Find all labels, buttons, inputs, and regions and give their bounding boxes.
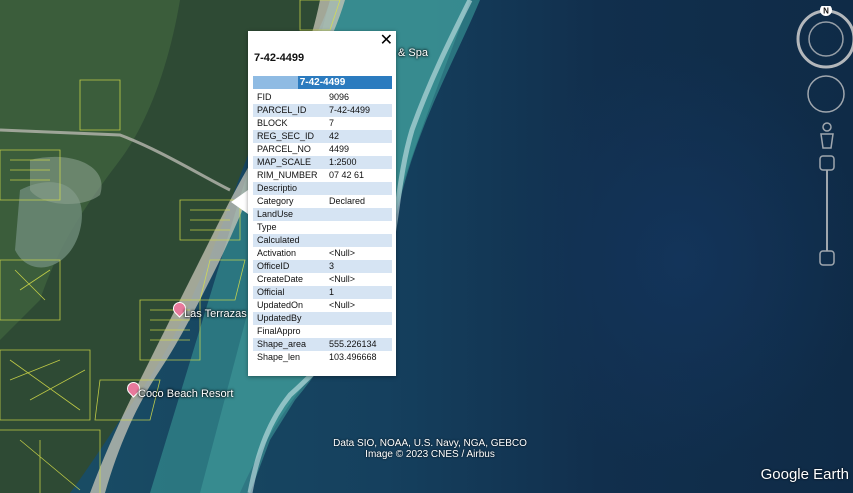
- attribute-value: 7: [325, 117, 392, 130]
- attribute-row: REG_SEC_ID 42: [253, 130, 392, 143]
- attribute-key: MAP_SCALE: [253, 156, 325, 169]
- attribute-row: CreateDate <Null>: [253, 273, 392, 286]
- attribute-value: 7-42-4499: [325, 104, 392, 117]
- map-view[interactable]: Las Terrazas Coco Beach Resort & Spa Dat…: [0, 0, 853, 493]
- attribute-key: LandUse: [253, 208, 325, 221]
- attribution-line-1: Data SIO, NOAA, U.S. Navy, NGA, GEBCO: [333, 438, 527, 449]
- attribute-row: Official 1: [253, 286, 392, 299]
- attribute-value: 07 42 61: [325, 169, 392, 182]
- attribute-key: Activation: [253, 247, 325, 260]
- navigation-controls[interactable]: N: [796, 6, 853, 276]
- zoom-slider[interactable]: [819, 155, 835, 266]
- attribute-value: <Null>: [325, 273, 392, 286]
- attribute-key: UpdatedBy: [253, 312, 325, 325]
- poi-label-las-terrazas[interactable]: Las Terrazas: [184, 308, 247, 320]
- attribute-value: [325, 325, 392, 338]
- satellite-imagery: [0, 0, 480, 493]
- attribute-value: 103.496668: [325, 351, 392, 364]
- attribute-row: UpdatedBy: [253, 312, 392, 325]
- attribute-row: MAP_SCALE 1:2500: [253, 156, 392, 169]
- attribute-key: FID: [253, 91, 325, 104]
- attribute-key: Calculated: [253, 234, 325, 247]
- attribute-key: Descriptio: [253, 182, 325, 195]
- popup-pointer: [231, 190, 248, 214]
- attribute-table-body: FID 9096 PARCEL_ID 7-42-4499 BLOCK 7 REG_SEC_I…: [253, 91, 392, 364]
- attribute-key: RIM_NUMBER: [253, 169, 325, 182]
- attribute-key: FinalAppro: [253, 325, 325, 338]
- poi-label-spa[interactable]: & Spa: [398, 47, 428, 59]
- attribute-key: REG_SEC_ID: [253, 130, 325, 143]
- attribute-value: 4499: [325, 143, 392, 156]
- attribute-row: LandUse: [253, 208, 392, 221]
- attribute-row: PARCEL_NO 4499: [253, 143, 392, 156]
- attribute-value: 9096: [325, 91, 392, 104]
- attribute-value: [325, 312, 392, 325]
- parcel-info-popup: ✕ 7-42-4499 7-42-4499 FID 9096 PARCEL_ID 7-…: [248, 31, 396, 376]
- attribute-row: Activation <Null>: [253, 247, 392, 260]
- attribute-value: [325, 221, 392, 234]
- popup-table-header-label: 7-42-4499: [299, 77, 346, 88]
- look-joystick-icon[interactable]: [807, 75, 845, 113]
- attribute-row: OfficeID 3: [253, 260, 392, 273]
- attribute-value: <Null>: [325, 247, 392, 260]
- attribute-value: [325, 234, 392, 247]
- attribute-row: RIM_NUMBER 07 42 61: [253, 169, 392, 182]
- attribute-row: Calculated: [253, 234, 392, 247]
- attribute-value: 1: [325, 286, 392, 299]
- attribute-key: CreateDate: [253, 273, 325, 286]
- imagery-attribution: Data SIO, NOAA, U.S. Navy, NGA, GEBCO Im…: [300, 438, 560, 460]
- attribute-key: UpdatedOn: [253, 299, 325, 312]
- attribute-value: Declared: [325, 195, 392, 208]
- close-icon[interactable]: ✕: [380, 33, 393, 49]
- attribute-row: Type: [253, 221, 392, 234]
- attribute-key: Type: [253, 221, 325, 234]
- attribute-row: Shape_len 103.496668: [253, 351, 392, 364]
- pegman-icon[interactable]: [820, 122, 834, 149]
- attribute-value: 42: [325, 130, 392, 143]
- attribute-table: FID 9096 PARCEL_ID 7-42-4499 BLOCK 7 REG_SEC_I…: [253, 91, 392, 364]
- attribute-key: Official: [253, 286, 325, 299]
- popup-title: 7-42-4499: [254, 52, 305, 64]
- attribute-row: PARCEL_ID 7-42-4499: [253, 104, 392, 117]
- header-highlight: [253, 76, 298, 89]
- attribute-row: FID 9096: [253, 91, 392, 104]
- attribute-row: Category Declared: [253, 195, 392, 208]
- attribute-row: UpdatedOn <Null>: [253, 299, 392, 312]
- attribute-value: 3: [325, 260, 392, 273]
- poi-label-coco-beach-resort[interactable]: Coco Beach Resort: [138, 388, 233, 400]
- attribute-key: PARCEL_ID: [253, 104, 325, 117]
- google-earth-logo: Google Earth: [760, 466, 849, 483]
- attribute-row: Descriptio: [253, 182, 392, 195]
- attribute-key: BLOCK: [253, 117, 325, 130]
- attribute-key: PARCEL_NO: [253, 143, 325, 156]
- attribute-key: OfficeID: [253, 260, 325, 273]
- attribute-value: [325, 208, 392, 221]
- attribute-row: BLOCK 7: [253, 117, 392, 130]
- attribute-key: Shape_len: [253, 351, 325, 364]
- attribute-key: Shape_area: [253, 338, 325, 351]
- attribute-row: FinalAppro: [253, 325, 392, 338]
- attribute-value: 555.226134: [325, 338, 392, 351]
- attribution-line-2: Image © 2023 CNES / Airbus: [365, 449, 495, 460]
- attribute-value: <Null>: [325, 299, 392, 312]
- attribute-value: [325, 182, 392, 195]
- popup-table-header: 7-42-4499: [253, 76, 392, 89]
- attribute-row: Shape_area 555.226134: [253, 338, 392, 351]
- compass-north-label: N: [823, 7, 829, 16]
- attribute-key: Category: [253, 195, 325, 208]
- attribute-value: 1:2500: [325, 156, 392, 169]
